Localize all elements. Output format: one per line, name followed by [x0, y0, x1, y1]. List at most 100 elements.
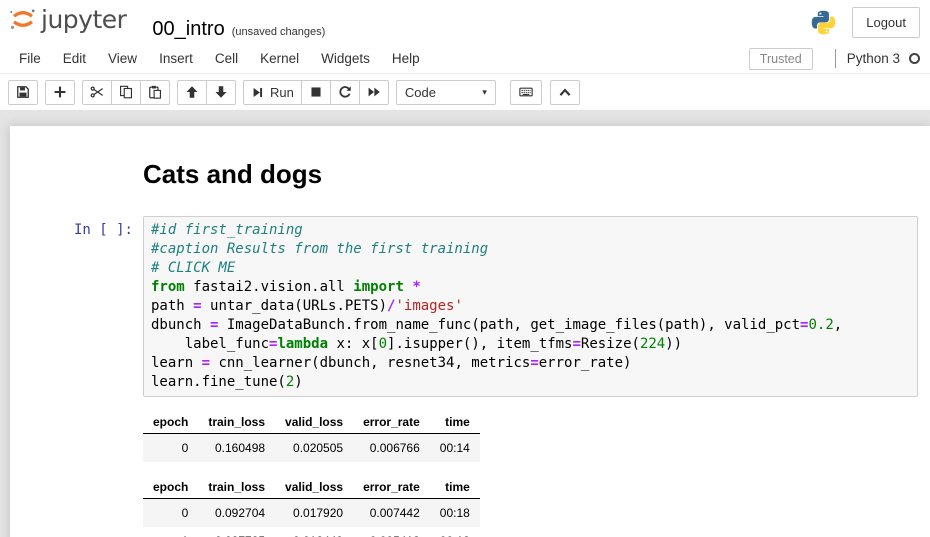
cell-type-select[interactable]: Code ▾: [396, 80, 496, 105]
toolbar-button-group: [177, 80, 236, 105]
keyboard-icon: [518, 85, 534, 99]
menubar-items: FileEditViewInsertCellKernelWidgetsHelp: [8, 46, 431, 71]
table-header-row: epochtrain_lossvalid_losserror_ratetime: [143, 476, 480, 499]
column-header-valid_loss: valid_loss: [275, 476, 353, 499]
column-header-error_rate: error_rate: [353, 411, 430, 434]
kernel-idle-icon: [909, 53, 920, 64]
cell-value: 0.005413: [353, 527, 430, 537]
cell-type-value: Code: [405, 85, 436, 100]
menu-cell[interactable]: Cell: [204, 46, 249, 71]
table-row: 10.0277850.0124490.00541300:18: [143, 527, 480, 537]
column-header-time: time: [430, 411, 480, 434]
run-cell-button[interactable]: Run: [243, 80, 302, 105]
code-line: path = untar_data(URLs.PETS)/'images': [151, 297, 910, 316]
step-forward-icon: [251, 86, 264, 99]
checkpoint-status: (unsaved changes): [232, 26, 326, 38]
output-prompt-spacer: [10, 476, 143, 482]
cell-value: 0: [143, 498, 198, 527]
jupyter-logo-text: jupyter: [41, 5, 126, 34]
code-line: # CLICK ME: [151, 259, 910, 278]
jupyter-logo[interactable]: jupyter: [8, 3, 126, 35]
column-header-epoch: epoch: [143, 411, 198, 434]
paste-icon: [148, 85, 162, 99]
cell-value: 0.160498: [198, 433, 275, 462]
column-header-train_loss: train_loss: [198, 411, 275, 434]
logout-button[interactable]: Logout: [852, 7, 920, 38]
move-cell-up-button[interactable]: [177, 80, 207, 105]
collapse-toolbar-button[interactable]: [550, 80, 580, 105]
training-results-table-1: epochtrain_lossvalid_losserror_ratetime0…: [143, 411, 480, 462]
column-header-error_rate: error_rate: [353, 476, 430, 499]
column-header-epoch: epoch: [143, 476, 198, 499]
cell-value: 1: [143, 527, 198, 537]
cell-value: 0.027785: [198, 527, 275, 537]
copy-icon: [119, 85, 133, 99]
code-line: learn = cnn_learner(dbunch, resnet34, me…: [151, 354, 910, 373]
code-cell[interactable]: In [ ]: #id first_training#caption Resul…: [10, 216, 930, 397]
table-header-row: epochtrain_lossvalid_losserror_ratetime: [143, 411, 480, 434]
markdown-heading: Cats and dogs: [143, 160, 322, 190]
caret-down-icon: ▾: [482, 87, 487, 98]
restart-run-all-button[interactable]: [359, 80, 389, 105]
kernel-indicator-name: Python 3: [847, 51, 900, 66]
notebook-container: Cats and dogs In [ ]: #id first_training…: [10, 126, 930, 537]
refresh-icon: [338, 85, 352, 99]
code-line: learn.fine_tune(2): [151, 373, 910, 392]
menu-widgets[interactable]: Widgets: [310, 46, 381, 71]
toolbar-button-group: [82, 80, 170, 105]
arrow-up-icon: [185, 85, 199, 99]
interrupt-kernel-button[interactable]: [301, 80, 331, 105]
fast-forward-icon: [367, 85, 381, 99]
code-line: #caption Results from the first training: [151, 240, 910, 259]
cell-value: 0.012449: [275, 527, 353, 537]
cell-value: 00:18: [430, 527, 480, 537]
training-results-table-2: epochtrain_lossvalid_losserror_ratetime0…: [143, 476, 480, 537]
app-header: jupyter 00_intro (unsaved changes) Logou…: [0, 0, 930, 44]
copy-cells-button[interactable]: [111, 80, 141, 105]
jupyter-notebook-app: jupyter 00_intro (unsaved changes) Logou…: [0, 0, 930, 537]
chevron-up-icon: [558, 85, 572, 99]
move-cell-down-button[interactable]: [206, 80, 236, 105]
jupyter-logo-icon: [8, 3, 38, 35]
cell-value: 00:14: [430, 433, 480, 462]
menu-kernel[interactable]: Kernel: [249, 46, 310, 71]
cell-value: 0.092704: [198, 498, 275, 527]
output-area: epochtrain_lossvalid_losserror_ratetime0…: [10, 411, 930, 537]
menubar-divider: [835, 49, 836, 68]
menu-insert[interactable]: Insert: [148, 46, 204, 71]
cell-value: 0.017920: [275, 498, 353, 527]
cell-value: 0.007442: [353, 498, 430, 527]
column-header-time: time: [430, 476, 480, 499]
cell-value: 00:18: [430, 498, 480, 527]
paste-cells-button[interactable]: [140, 80, 170, 105]
notebook-title[interactable]: 00_intro: [152, 18, 224, 41]
run-cell-label: Run: [270, 85, 294, 100]
markdown-cell[interactable]: Cats and dogs: [10, 156, 930, 216]
menu-edit[interactable]: Edit: [52, 46, 97, 71]
trusted-badge[interactable]: Trusted: [749, 48, 813, 70]
insert-cell-below-button[interactable]: [45, 80, 75, 105]
arrow-down-icon: [214, 85, 228, 99]
column-header-valid_loss: valid_loss: [275, 411, 353, 434]
cell-value: 0.006766: [353, 433, 430, 462]
toolbar: Run Code ▾: [0, 74, 930, 110]
cell-value: 0: [143, 433, 198, 462]
code-editor[interactable]: #id first_training#caption Results from …: [143, 216, 918, 397]
menu-help[interactable]: Help: [381, 46, 431, 71]
scissors-icon: [90, 85, 104, 99]
cell-value: 0.020505: [275, 433, 353, 462]
output-prompt-spacer: [10, 411, 143, 417]
output-row: epochtrain_lossvalid_losserror_ratetime0…: [10, 411, 930, 462]
command-palette-button[interactable]: [510, 80, 542, 105]
menu-view[interactable]: View: [97, 46, 148, 71]
cut-cells-button[interactable]: [82, 80, 112, 105]
restart-kernel-button[interactable]: [330, 80, 360, 105]
toolbar-button-group: [45, 80, 75, 105]
code-line: label_func=lambda x: x[0].isupper(), ite…: [151, 335, 910, 354]
markdown-prompt-spacer: [10, 156, 143, 162]
menu-file[interactable]: File: [8, 46, 52, 71]
column-header-train_loss: train_loss: [198, 476, 275, 499]
output-row: epochtrain_lossvalid_losserror_ratetime0…: [10, 476, 930, 537]
save-icon: [16, 85, 30, 99]
save-checkpoint-button[interactable]: [8, 80, 38, 105]
